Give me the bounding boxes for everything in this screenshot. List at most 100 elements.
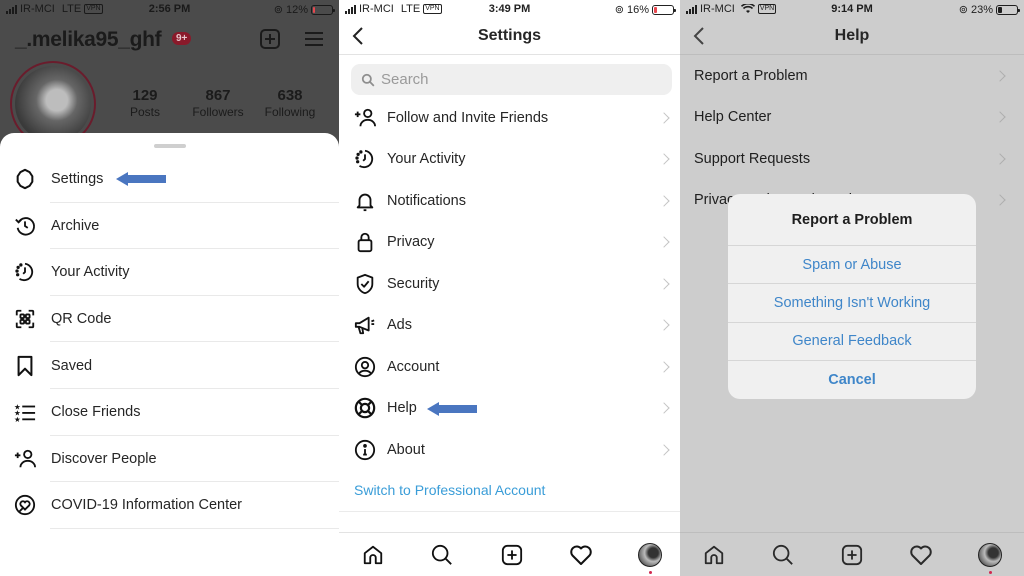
settings-item-ads[interactable]: Ads bbox=[339, 305, 680, 347]
help-item-support-requests[interactable]: Support Requests bbox=[680, 138, 1024, 180]
search-input[interactable] bbox=[381, 71, 621, 88]
search-bar[interactable] bbox=[351, 64, 672, 95]
heart-icon[interactable] bbox=[568, 542, 594, 568]
info-icon bbox=[353, 438, 377, 462]
settings-item-privacy[interactable]: Privacy bbox=[339, 222, 680, 264]
settings-item-your-activity[interactable]: Your Activity bbox=[339, 139, 680, 181]
notification-badge: 9+ bbox=[172, 32, 192, 45]
stat-followers[interactable]: 867 Followers bbox=[186, 87, 250, 119]
settings-item-account[interactable]: Account bbox=[339, 346, 680, 388]
home-icon[interactable] bbox=[360, 542, 386, 568]
chevron-right-icon bbox=[994, 194, 1006, 206]
chevron-right-icon bbox=[658, 402, 670, 414]
battery-percent: 12% bbox=[285, 3, 308, 16]
notification-dot bbox=[988, 571, 992, 574]
menu-item-saved[interactable]: Saved bbox=[0, 342, 339, 389]
general-feedback-button[interactable]: General Feedback bbox=[728, 323, 976, 361]
chevron-right-icon bbox=[994, 70, 1006, 82]
megaphone-icon bbox=[353, 313, 377, 337]
chevron-right-icon bbox=[658, 153, 670, 165]
search-icon[interactable] bbox=[429, 542, 455, 568]
battery-icon bbox=[996, 4, 1020, 15]
profile-screen: IR-MCI LTE VPN 2:56 PM ⊚ 12% _.melika95_… bbox=[0, 0, 339, 576]
sheet-grabber[interactable] bbox=[154, 144, 186, 148]
annotation-arrow bbox=[116, 172, 166, 186]
settings-item-about[interactable]: About bbox=[339, 429, 680, 471]
dialog-title: Report a Problem bbox=[728, 194, 976, 246]
settings-item-security[interactable]: Security bbox=[339, 263, 680, 305]
chevron-right-icon bbox=[658, 112, 670, 124]
battery-icon bbox=[311, 4, 335, 15]
help-screen: IR-MCI VPN 9:14 PM ⊚ 23% Help Report a P… bbox=[680, 0, 1024, 576]
lifebuoy-icon bbox=[353, 396, 377, 420]
close-friends-icon: ★ ★ ★ bbox=[13, 400, 37, 424]
chevron-right-icon bbox=[658, 319, 670, 331]
status-bar: IR-MCI LTE VPN 3:49 PM ⊚ 16% bbox=[339, 0, 680, 18]
help-item-help-center[interactable]: Help Center bbox=[680, 97, 1024, 139]
page-title: Settings bbox=[477, 27, 542, 44]
page-title: Help bbox=[834, 27, 870, 44]
chevron-right-icon bbox=[658, 195, 670, 207]
add-person-icon bbox=[353, 106, 377, 130]
chevron-right-icon bbox=[994, 153, 1006, 165]
nav-bar: Settings bbox=[339, 18, 680, 55]
menu-item-discover-people[interactable]: Discover People bbox=[0, 436, 339, 483]
svg-text:★: ★ bbox=[14, 415, 21, 423]
search-icon[interactable] bbox=[770, 542, 796, 568]
profile-tab[interactable] bbox=[977, 542, 1003, 574]
home-icon[interactable] bbox=[701, 542, 727, 568]
menu-item-qr-code[interactable]: QR Code bbox=[0, 296, 339, 343]
settings-item-notifications[interactable]: Notifications bbox=[339, 180, 680, 222]
something-isnt-working-button[interactable]: Something Isn't Working bbox=[728, 284, 976, 323]
orientation-lock-icon: ⊚ bbox=[614, 4, 624, 16]
menu-item-archive[interactable]: Archive bbox=[0, 203, 339, 250]
orientation-lock-icon: ⊚ bbox=[273, 4, 283, 16]
new-post-icon[interactable] bbox=[839, 542, 865, 568]
lock-icon bbox=[353, 230, 377, 254]
nav-bar: Help bbox=[680, 18, 1024, 55]
stat-following[interactable]: 638 Following bbox=[258, 87, 322, 119]
battery-percent: 16% bbox=[626, 3, 649, 16]
settings-screen: IR-MCI LTE VPN 3:49 PM ⊚ 16% Settings Fo… bbox=[339, 0, 680, 576]
qr-code-icon bbox=[13, 307, 37, 331]
profile-username[interactable]: _.melika95_ghf bbox=[15, 28, 162, 52]
chevron-right-icon bbox=[658, 444, 670, 456]
activity-icon bbox=[13, 260, 37, 284]
divider bbox=[339, 511, 680, 512]
annotation-arrow bbox=[427, 401, 477, 416]
menu-item-settings[interactable]: Settings bbox=[0, 156, 339, 203]
new-post-icon[interactable] bbox=[499, 542, 525, 568]
profile-avatar bbox=[638, 543, 662, 567]
profile-menu-list: Settings Archive Your Activity QR Code S… bbox=[0, 156, 339, 529]
shield-icon bbox=[353, 272, 377, 296]
profile-avatar bbox=[978, 543, 1002, 567]
spam-or-abuse-button[interactable]: Spam or Abuse bbox=[728, 246, 976, 285]
battery-icon bbox=[652, 4, 676, 15]
bookmark-icon bbox=[13, 354, 37, 378]
chevron-right-icon bbox=[658, 278, 670, 290]
stat-posts[interactable]: 129 Posts bbox=[118, 87, 172, 119]
chevron-right-icon bbox=[658, 236, 670, 248]
tab-bar bbox=[339, 532, 680, 576]
settings-list: Follow and Invite Friends Your Activity … bbox=[339, 97, 680, 471]
settings-item-help[interactable]: Help bbox=[339, 388, 680, 430]
notification-dot bbox=[648, 571, 652, 574]
heart-icon[interactable] bbox=[908, 542, 934, 568]
cancel-button[interactable]: Cancel bbox=[728, 361, 976, 399]
hamburger-menu-icon[interactable] bbox=[305, 32, 323, 46]
menu-item-your-activity[interactable]: Your Activity bbox=[0, 249, 339, 296]
profile-menu-sheet: Settings Archive Your Activity QR Code S… bbox=[0, 133, 339, 576]
switch-professional-link[interactable]: Switch to Professional Account bbox=[354, 482, 545, 498]
profile-tab[interactable] bbox=[637, 542, 663, 574]
status-bar: IR-MCI LTE VPN 2:56 PM ⊚ 12% bbox=[0, 0, 339, 18]
orientation-lock-icon: ⊚ bbox=[958, 4, 968, 16]
help-item-report-problem[interactable]: Report a Problem bbox=[680, 55, 1024, 97]
activity-icon bbox=[353, 147, 377, 171]
battery-percent: 23% bbox=[970, 3, 993, 16]
menu-item-close-friends[interactable]: ★ ★ ★ Close Friends bbox=[0, 389, 339, 436]
menu-item-covid-info[interactable]: COVID-19 Information Center bbox=[0, 482, 339, 529]
chevron-right-icon bbox=[658, 361, 670, 373]
new-post-icon[interactable] bbox=[260, 29, 280, 49]
settings-item-follow-invite[interactable]: Follow and Invite Friends bbox=[339, 97, 680, 139]
tab-bar bbox=[680, 532, 1024, 576]
